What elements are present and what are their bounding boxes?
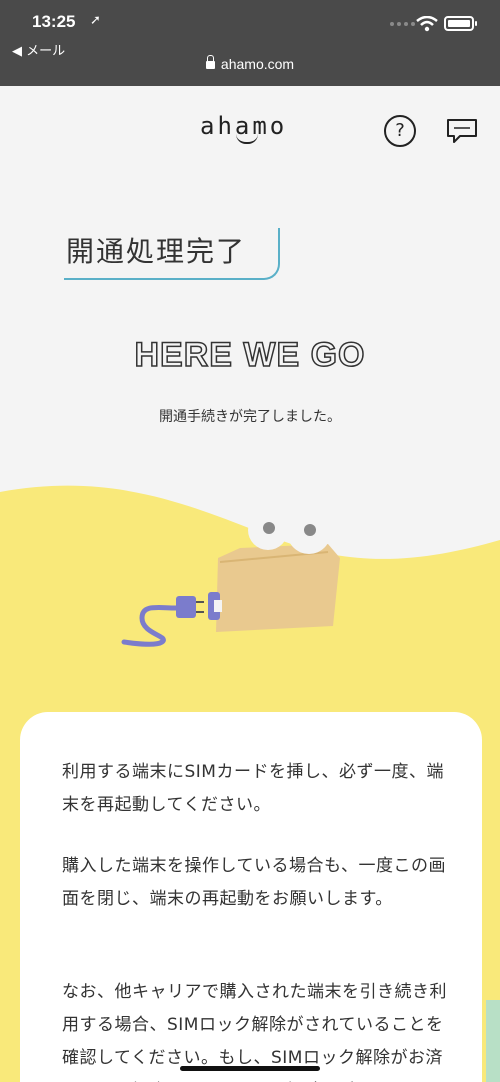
signal-icon	[390, 22, 415, 26]
url-text: ahamo.com	[220, 56, 295, 72]
wifi-icon	[416, 16, 438, 32]
logo-smile	[236, 134, 258, 144]
chat-bubble-icon[interactable]	[446, 118, 478, 146]
hero-heading: HERE WE GO	[134, 335, 366, 375]
lock-icon	[205, 55, 215, 69]
status-time: 13:25	[32, 12, 76, 31]
question-icon[interactable]: ?	[384, 115, 416, 147]
completion-message: 開通手続きが完了しました。	[159, 409, 341, 425]
url-bar[interactable]: ahamo.com	[0, 55, 500, 72]
box-mascot-illustration	[121, 510, 340, 647]
location-arrow-icon: ➚	[90, 13, 101, 28]
home-indicator[interactable]	[180, 1066, 320, 1071]
page-title: 開通処理完了	[66, 235, 247, 268]
green-side-accent	[486, 1000, 500, 1082]
battery-icon	[444, 16, 477, 31]
instruction-restart: 利用する端末にSIMカードを挿し、必ず一度、端末を再起動してください。	[62, 762, 444, 815]
status-bar: 13:25 ➚ ◀ メール ahamo.com	[0, 0, 500, 86]
instruction-card: 利用する端末にSIMカードを挿し、必ず一度、端末を再起動してください。 購入した…	[20, 712, 482, 1082]
instruction-close-screen: 購入した端末を操作している場合も、一度この画面を閉じ、端末の再起動をお願いします…	[62, 856, 446, 909]
